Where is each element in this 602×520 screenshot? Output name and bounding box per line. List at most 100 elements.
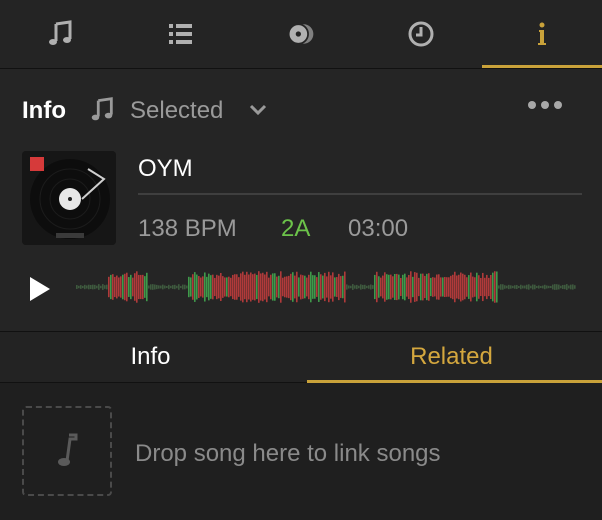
waveform-bar xyxy=(268,277,270,297)
waveform-bar xyxy=(142,274,144,300)
waveform-bar xyxy=(114,276,116,298)
waveform-bar xyxy=(194,272,196,302)
waveform-bar xyxy=(248,274,250,300)
waveform-bar xyxy=(460,272,462,302)
track-info-panel: Info Selected OYM 138 BPM 2A 03:00 xyxy=(0,69,602,332)
waveform-bar xyxy=(304,275,306,299)
waveform-bar xyxy=(110,274,112,300)
waveform-bar xyxy=(130,274,132,300)
waveform-bar xyxy=(226,277,228,297)
waveform-bar xyxy=(320,274,322,300)
tab-discs[interactable] xyxy=(241,0,361,68)
waveform-bar xyxy=(394,274,396,300)
link-song-dropzone[interactable] xyxy=(22,406,112,496)
waveform-bar xyxy=(218,275,220,299)
top-tab-bar xyxy=(0,0,602,69)
waveform-bar xyxy=(406,277,408,297)
waveform-bar xyxy=(186,285,188,289)
selection-dropdown[interactable]: Selected xyxy=(130,97,223,125)
more-options-button[interactable] xyxy=(528,101,562,109)
waveform-bar xyxy=(326,276,328,298)
waveform-bar xyxy=(520,284,522,290)
waveform-bar xyxy=(152,284,154,290)
waveform-bar xyxy=(364,284,366,290)
waveform-bar xyxy=(418,277,420,297)
waveform-bar xyxy=(376,271,378,303)
waveform-bar xyxy=(314,275,316,299)
waveform-bar xyxy=(96,285,98,289)
waveform-bar xyxy=(478,275,480,299)
waveform-bar xyxy=(474,277,476,297)
waveform-bar xyxy=(514,285,516,289)
waveform-bar xyxy=(408,274,410,300)
waveform-bar xyxy=(122,274,124,300)
waveform-bar xyxy=(310,271,312,303)
waveform-bar xyxy=(276,276,278,298)
waveform-bar xyxy=(506,285,508,289)
waveform-bar xyxy=(124,273,126,301)
waveform-bar xyxy=(342,275,344,299)
waveform-bar xyxy=(264,274,266,300)
waveform-bar xyxy=(366,285,368,289)
waveform-bar xyxy=(288,275,290,299)
waveform-bar xyxy=(256,274,258,300)
chevron-down-icon[interactable] xyxy=(248,103,268,117)
waveform-bar xyxy=(76,285,78,289)
waveform-bar xyxy=(568,285,570,289)
waveform-bar xyxy=(420,273,422,301)
waveform-bar xyxy=(524,285,526,289)
waveform-bar xyxy=(388,274,390,300)
waveform-bar xyxy=(434,277,436,297)
waveform-bar xyxy=(262,272,264,302)
waveform-bar xyxy=(440,277,442,297)
waveform-bar xyxy=(344,271,346,303)
waveform-bar xyxy=(426,273,428,301)
vinyl-record-artwork xyxy=(22,151,116,245)
tab-info[interactable] xyxy=(481,0,602,68)
waveform-bar xyxy=(244,274,246,300)
waveform-bar xyxy=(296,271,298,303)
tab-history[interactable] xyxy=(361,0,481,68)
waveform-bar xyxy=(346,284,348,290)
waveform-bar xyxy=(220,272,222,302)
play-icon[interactable] xyxy=(30,277,50,301)
waveform-bar xyxy=(258,271,260,303)
waveform-bar xyxy=(104,285,106,289)
waveform-bar xyxy=(390,274,392,300)
tab-related[interactable]: Related xyxy=(301,332,602,383)
waveform-bar xyxy=(278,275,280,299)
waveform-bar xyxy=(202,276,204,298)
waveform-bar xyxy=(312,275,314,299)
waveform-bar xyxy=(522,285,524,289)
waveform-bar xyxy=(290,273,292,301)
waveform-bar xyxy=(230,277,232,297)
waveform-bar xyxy=(94,284,96,290)
waveform-bar xyxy=(158,285,160,289)
waveform-bar xyxy=(180,285,182,289)
waveform-bar xyxy=(120,276,122,298)
tab-info-details[interactable]: Info xyxy=(0,332,301,382)
waveform-bar xyxy=(224,277,226,297)
waveform-bar xyxy=(488,277,490,297)
waveform-bar xyxy=(378,276,380,298)
waveform-bar xyxy=(386,274,388,300)
disc-icon xyxy=(287,23,314,45)
waveform-bar xyxy=(328,271,330,303)
waveform-bar xyxy=(126,272,128,302)
waveform-bar xyxy=(360,284,362,290)
tab-playlists[interactable] xyxy=(120,0,240,68)
waveform-bar xyxy=(166,285,168,289)
waveform[interactable] xyxy=(76,269,576,305)
waveform-bar xyxy=(184,284,186,290)
waveform-bar xyxy=(424,275,426,299)
waveform-bar xyxy=(172,285,174,289)
waveform-bar xyxy=(128,277,130,297)
waveform-bar xyxy=(98,284,100,290)
waveform-bar xyxy=(106,284,108,290)
tab-tracks[interactable] xyxy=(0,0,120,68)
waveform-bar xyxy=(462,273,464,301)
waveform-bar xyxy=(410,271,412,303)
waveform-bar xyxy=(540,285,542,289)
waveform-bar xyxy=(330,275,332,299)
waveform-bar xyxy=(176,285,178,289)
